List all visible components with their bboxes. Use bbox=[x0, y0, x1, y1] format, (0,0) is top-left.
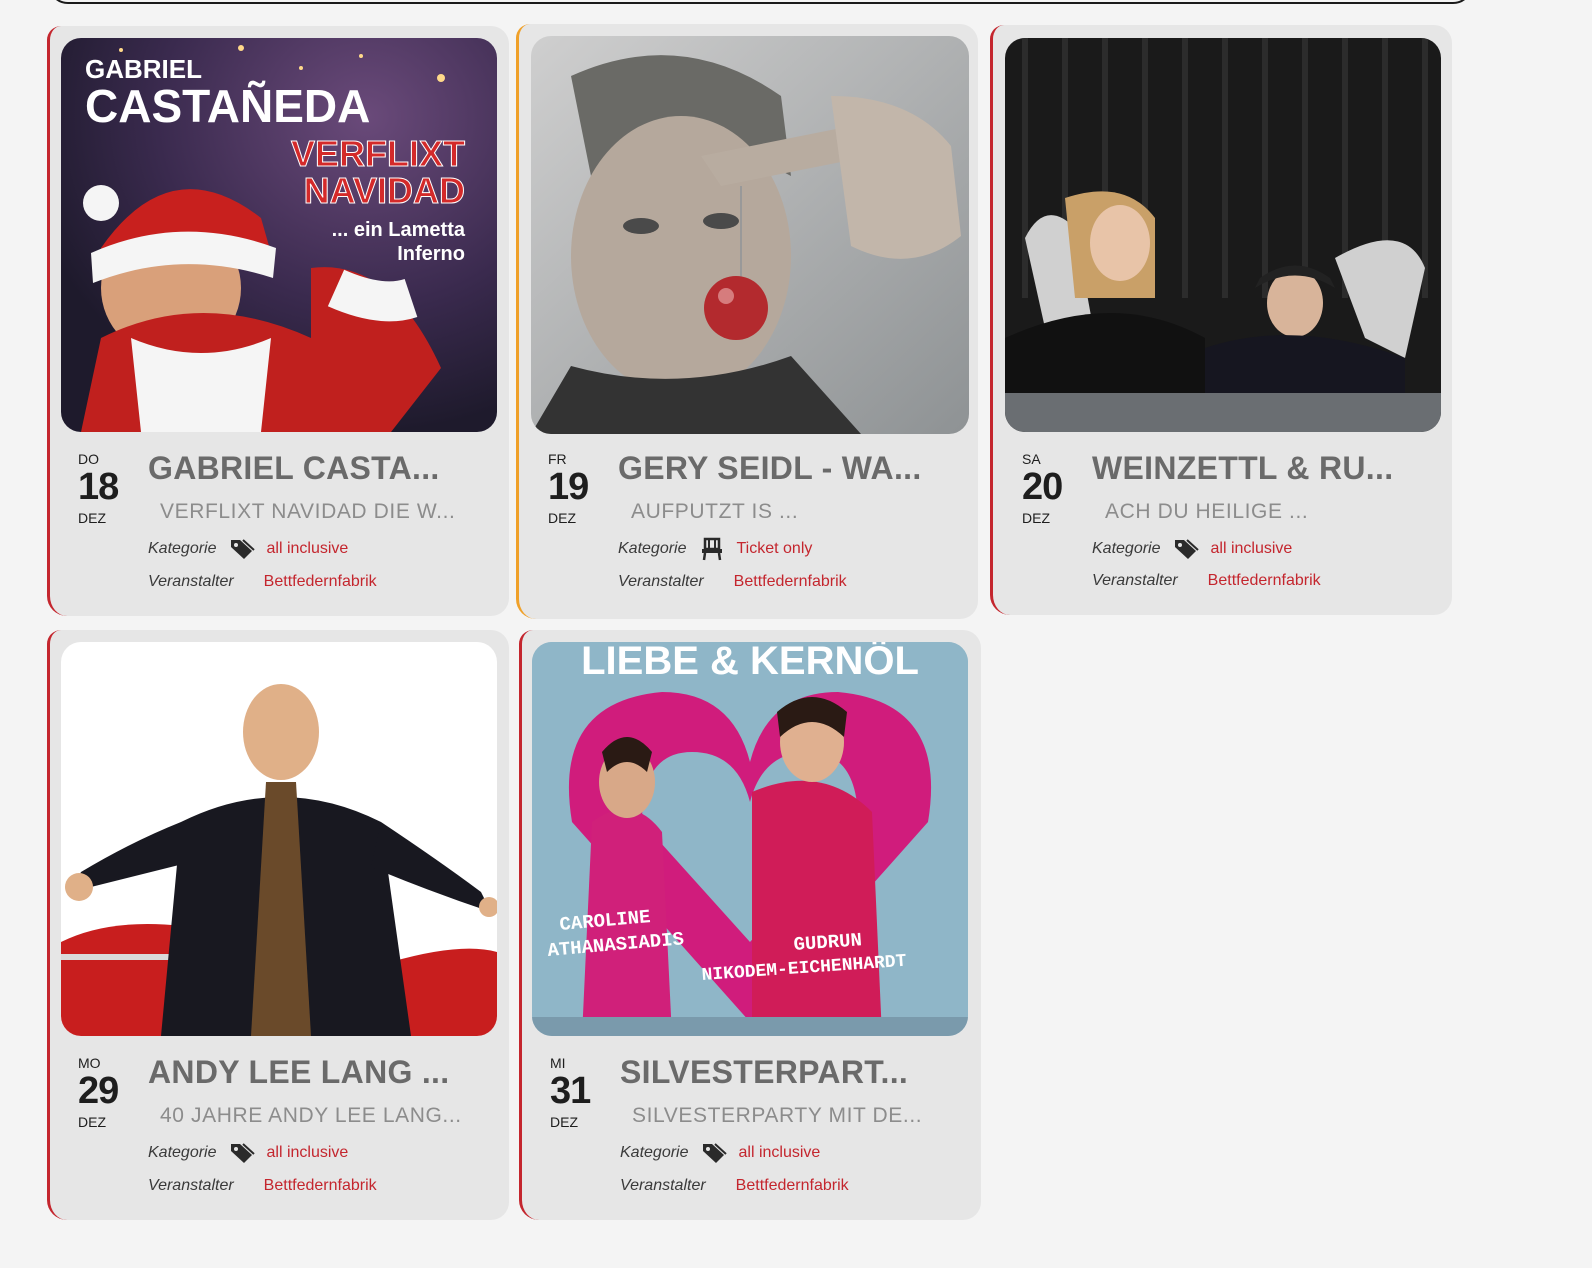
organizer-label: Veranstalter bbox=[620, 1177, 706, 1194]
organizer-label: Veranstalter bbox=[148, 573, 234, 590]
category-link[interactable]: all inclusive bbox=[267, 1144, 349, 1162]
event-month: DEZ bbox=[1022, 510, 1050, 526]
organizer-row: Veranstalter Bettfedernfabrik bbox=[148, 569, 377, 595]
category-row: Kategorie all inclusive bbox=[148, 1140, 348, 1166]
event-card[interactable]: LIEBE & KERNÖL CAROLINE ATHANASIADIS GUD… bbox=[519, 630, 981, 1220]
event-day: 29 bbox=[78, 1070, 119, 1112]
organizer-link[interactable]: Bettfedernfabrik bbox=[264, 573, 377, 591]
category-link[interactable]: all inclusive bbox=[267, 540, 349, 558]
event-month: DEZ bbox=[78, 510, 106, 526]
organizer-row: Veranstalter Bettfedernfabrik bbox=[1092, 568, 1321, 594]
search-bar-frame bbox=[48, 0, 1473, 4]
category-label: Kategorie bbox=[620, 1144, 689, 1161]
event-title[interactable]: GABRIEL CASTA... bbox=[148, 450, 488, 487]
category-link[interactable]: Ticket only bbox=[737, 540, 813, 558]
event-subtitle: SILVESTERPARTY MIT DE... bbox=[632, 1104, 923, 1127]
category-row: Kategorie Ticket only bbox=[618, 536, 812, 562]
event-month: DEZ bbox=[550, 1114, 578, 1130]
organizer-row: Veranstalter Bettfedernfabrik bbox=[618, 569, 847, 595]
organizer-label: Veranstalter bbox=[618, 573, 704, 590]
event-card[interactable]: GABRIEL CASTAÑEDA VERFLIXT NAVIDAD ... e… bbox=[47, 26, 509, 616]
event-date: MI 31 DEZ bbox=[550, 1055, 610, 1131]
event-title[interactable]: ANDY LEE LANG ... bbox=[148, 1054, 488, 1091]
event-day: 18 bbox=[78, 466, 119, 508]
poster-line2: CASTAÑEDA bbox=[85, 80, 370, 132]
event-image[interactable] bbox=[1005, 38, 1441, 432]
event-weekday: MO bbox=[78, 1055, 101, 1071]
organizer-link[interactable]: Bettfedernfabrik bbox=[736, 1177, 849, 1195]
category-link[interactable]: all inclusive bbox=[739, 1144, 821, 1162]
event-month: DEZ bbox=[548, 510, 576, 526]
event-day: 20 bbox=[1022, 466, 1063, 508]
event-card[interactable]: SA 20 DEZ WEINZETTL & RU... ACH DU HEILI… bbox=[990, 25, 1452, 615]
category-row: Kategorie all inclusive bbox=[1092, 536, 1292, 562]
poster-line6: Inferno bbox=[397, 243, 465, 265]
organizer-row: Veranstalter Bettfedernfabrik bbox=[148, 1173, 377, 1199]
tag-icon bbox=[229, 537, 255, 561]
category-label: Kategorie bbox=[618, 540, 687, 557]
category-link[interactable]: all inclusive bbox=[1211, 540, 1293, 558]
poster-line5: ... ein Lametta bbox=[332, 219, 466, 241]
tag-icon bbox=[1173, 537, 1199, 561]
tag-icon bbox=[701, 1141, 727, 1165]
event-date: DO 18 DEZ bbox=[78, 451, 138, 527]
event-date: MO 29 DEZ bbox=[78, 1055, 138, 1131]
event-day: 19 bbox=[548, 466, 589, 508]
event-weekday: MI bbox=[550, 1055, 566, 1071]
category-label: Kategorie bbox=[148, 1144, 217, 1161]
organizer-row: Veranstalter Bettfedernfabrik bbox=[620, 1173, 849, 1199]
event-subtitle: ACH DU HEILIGE ... bbox=[1105, 500, 1309, 523]
event-title[interactable]: SILVESTERPART... bbox=[620, 1054, 960, 1091]
organizer-link[interactable]: Bettfedernfabrik bbox=[734, 573, 847, 591]
event-date: FR 19 DEZ bbox=[548, 451, 608, 527]
poster-headline: LIEBE & KERNÖL bbox=[581, 642, 919, 683]
seat-icon bbox=[699, 537, 725, 561]
category-row: Kategorie all inclusive bbox=[148, 536, 348, 562]
organizer-link[interactable]: Bettfedernfabrik bbox=[1208, 572, 1321, 590]
event-weekday: FR bbox=[548, 451, 567, 467]
event-image[interactable] bbox=[61, 642, 497, 1036]
event-title[interactable]: GERY SEIDL - WA... bbox=[618, 450, 958, 487]
event-card[interactable]: FR 19 DEZ GERY SEIDL - WA... AUFPUTZT IS… bbox=[516, 24, 978, 619]
category-row: Kategorie all inclusive bbox=[620, 1140, 820, 1166]
organizer-label: Veranstalter bbox=[148, 1177, 234, 1194]
poster-line3: VERFLIXT bbox=[291, 133, 465, 174]
event-image[interactable]: LIEBE & KERNÖL CAROLINE ATHANASIADIS GUD… bbox=[532, 642, 968, 1036]
organizer-label: Veranstalter bbox=[1092, 572, 1178, 589]
event-subtitle: 40 JAHRE ANDY LEE LANG... bbox=[160, 1104, 462, 1127]
tag-icon bbox=[229, 1141, 255, 1165]
event-title[interactable]: WEINZETTL & RU... bbox=[1092, 450, 1432, 487]
category-label: Kategorie bbox=[1092, 540, 1161, 557]
poster-line4: NAVIDAD bbox=[304, 170, 465, 211]
organizer-link[interactable]: Bettfedernfabrik bbox=[264, 1177, 377, 1195]
event-card[interactable]: MO 29 DEZ ANDY LEE LANG ... 40 JAHRE AND… bbox=[47, 630, 509, 1220]
category-label: Kategorie bbox=[148, 540, 217, 557]
event-weekday: SA bbox=[1022, 451, 1041, 467]
event-day: 31 bbox=[550, 1070, 591, 1112]
event-subtitle: VERFLIXT NAVIDAD DIE W... bbox=[160, 500, 456, 523]
event-weekday: DO bbox=[78, 451, 99, 467]
event-subtitle: AUFPUTZT IS ... bbox=[631, 500, 799, 523]
event-date: SA 20 DEZ bbox=[1022, 451, 1082, 527]
event-month: DEZ bbox=[78, 1114, 106, 1130]
event-image[interactable]: GABRIEL CASTAÑEDA VERFLIXT NAVIDAD ... e… bbox=[61, 38, 497, 432]
event-image[interactable] bbox=[531, 36, 969, 434]
